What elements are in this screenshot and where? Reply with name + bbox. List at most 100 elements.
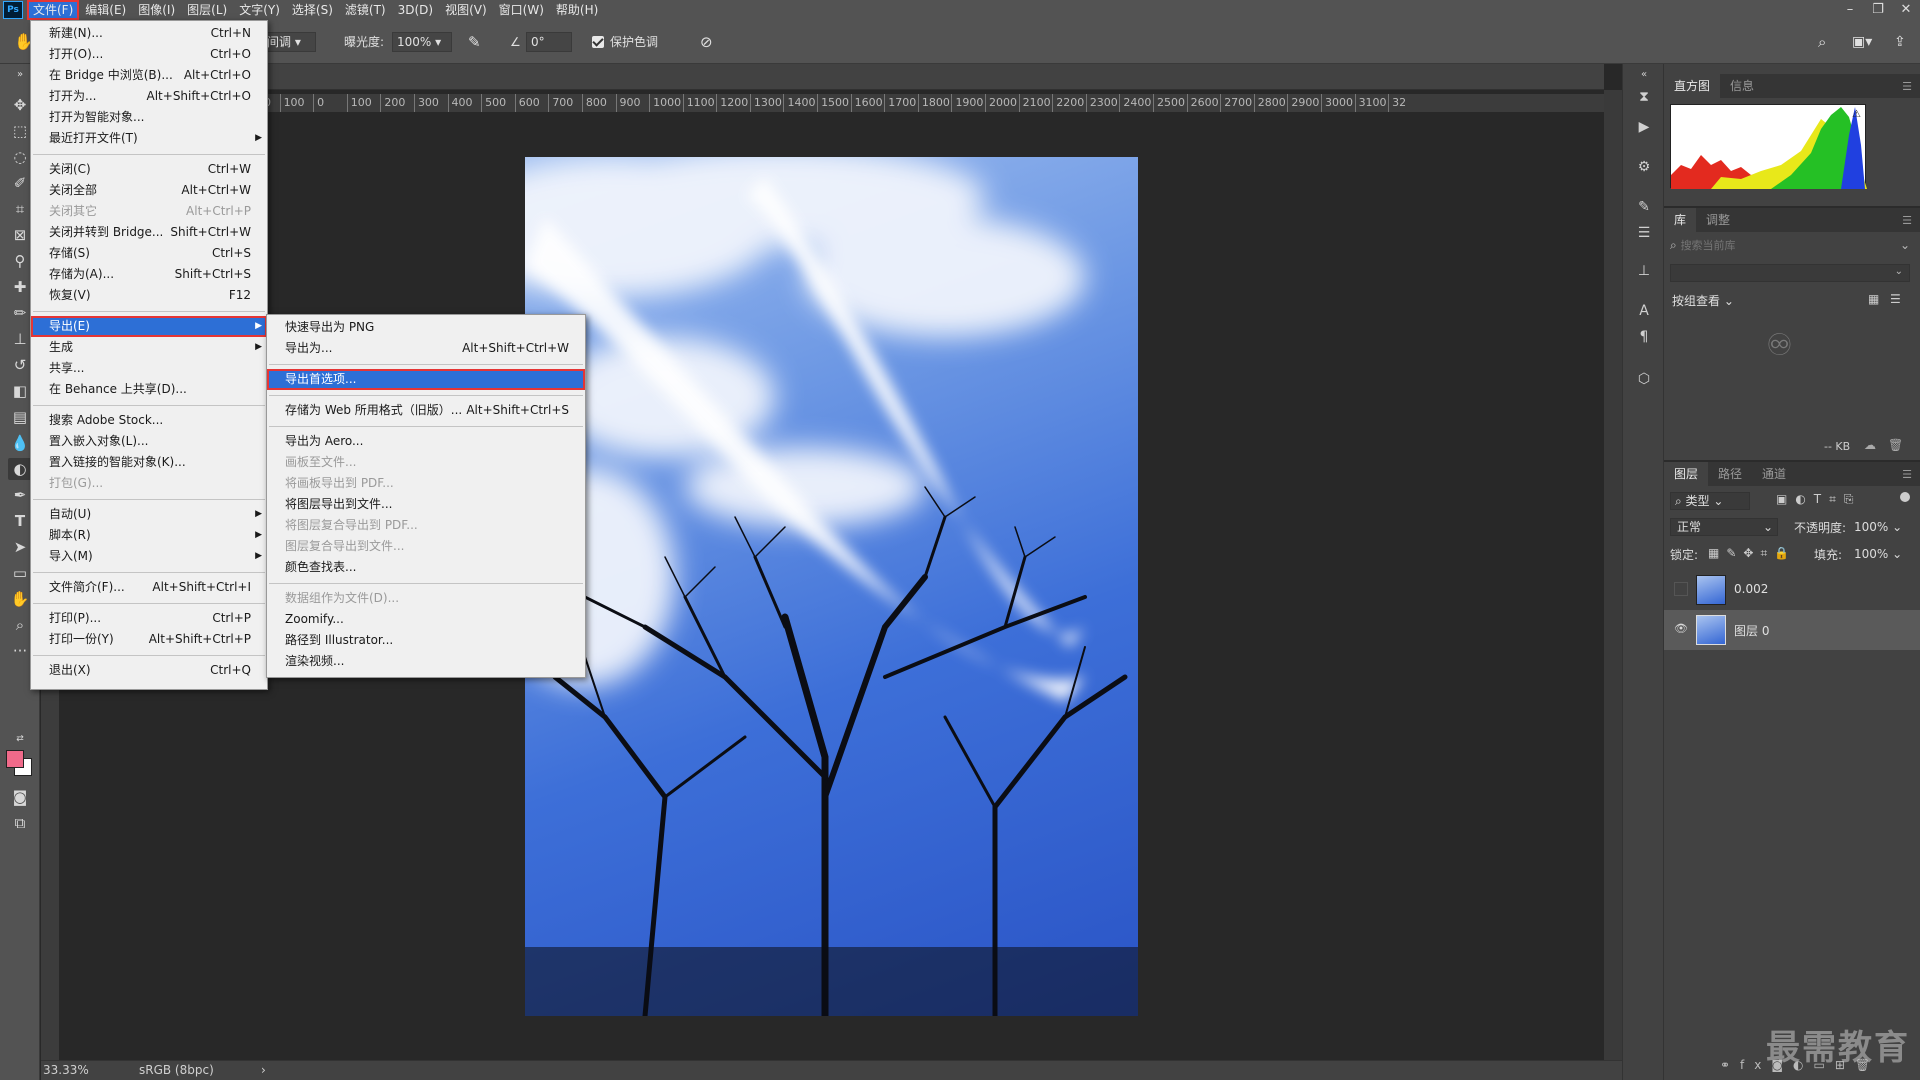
visibility-toggle-off[interactable]: [1674, 582, 1688, 596]
collapse-toolbar-icon[interactable]: »: [8, 64, 32, 86]
properties-panel-icon[interactable]: ⚙: [1632, 156, 1656, 178]
chevron-down-icon[interactable]: ⌄: [1900, 238, 1910, 252]
type-tool-icon[interactable]: T: [8, 510, 32, 532]
path-select-tool-icon[interactable]: ➤: [8, 536, 32, 558]
menu-item[interactable]: 自动(U) ▶: [31, 504, 267, 525]
panel-menu-icon[interactable]: ☰: [1902, 468, 1912, 481]
tab-channels[interactable]: 通道: [1752, 462, 1796, 486]
protect-tones-checkbox[interactable]: 保护色调: [592, 32, 658, 52]
list-view-icon[interactable]: ☰: [1890, 292, 1901, 306]
vertical-scrollbar[interactable]: [1604, 90, 1622, 1060]
zoom-tool-icon[interactable]: ⌕: [8, 614, 32, 636]
eye-icon[interactable]: 👁: [1674, 622, 1688, 636]
status-chevron-icon[interactable]: ›: [261, 1063, 266, 1077]
menu-item[interactable]: 快速导出为 PNG: [267, 317, 585, 338]
menu-item[interactable]: 关闭并转到 Bridge... Shift+Ctrl+W: [31, 222, 267, 243]
library-search-input[interactable]: [1680, 239, 1881, 252]
menu-item[interactable]: 置入嵌入对象(L)...: [31, 431, 267, 452]
tab-adjustments[interactable]: 调整: [1696, 208, 1740, 232]
menu-item-4[interactable]: 文字(Y): [233, 0, 286, 20]
menu-item[interactable]: 导出为 Aero...: [267, 431, 585, 452]
brush-settings-icon[interactable]: ✎: [1632, 196, 1656, 218]
pressure-size-icon[interactable]: ⊘: [700, 32, 713, 52]
share-icon[interactable]: ⇪: [1894, 32, 1906, 52]
menu-item[interactable]: 导出首选项...: [267, 369, 585, 390]
expand-panels-icon[interactable]: «: [1632, 64, 1656, 86]
menu-item-2[interactable]: 图像(I): [132, 0, 181, 20]
eraser-tool-icon[interactable]: ◧: [8, 380, 32, 402]
menu-item[interactable]: 打印(P)... Ctrl+P: [31, 608, 267, 629]
quick-mask-icon[interactable]: ◙: [8, 786, 32, 808]
angle-field[interactable]: 0°: [526, 32, 572, 52]
menu-item[interactable]: 在 Bridge 中浏览(B)... Alt+Ctrl+O: [31, 65, 267, 86]
menu-item-6[interactable]: 滤镜(T): [339, 0, 392, 20]
menu-item-9[interactable]: 窗口(W): [493, 0, 550, 20]
menu-item[interactable]: 在 Behance 上共享(D)...: [31, 379, 267, 400]
menu-item-8[interactable]: 视图(V): [439, 0, 493, 20]
foreground-color-swatch[interactable]: [6, 750, 24, 768]
quick-select-tool-icon[interactable]: ✐: [8, 172, 32, 194]
menu-item[interactable]: Zoomify...: [267, 609, 585, 630]
panel-menu-icon[interactable]: ☰: [1902, 214, 1912, 227]
layer-filter-icons[interactable]: ▣◐T⌗⎘: [1776, 492, 1862, 507]
crop-tool-icon[interactable]: ⌗: [8, 198, 32, 220]
opacity-field[interactable]: 100% ⌄: [1854, 518, 1910, 536]
menu-item[interactable]: 关闭全部 Alt+Ctrl+W: [31, 180, 267, 201]
range-select[interactable]: 间调 ▾: [262, 32, 316, 52]
dodge-tool-icon[interactable]: ◐: [8, 458, 32, 480]
menu-item[interactable]: 导出(E) ▶: [31, 316, 267, 337]
menu-item[interactable]: 退出(X) Ctrl+Q: [31, 660, 267, 681]
exposure-field[interactable]: 100% ▾: [392, 32, 452, 52]
brush-tool-icon[interactable]: ✏: [8, 302, 32, 324]
healing-brush-tool-icon[interactable]: ✚: [8, 276, 32, 298]
adjustments-icon[interactable]: ☰: [1632, 222, 1656, 244]
move-tool-icon[interactable]: ✥: [8, 94, 32, 116]
menu-item[interactable]: 置入链接的智能对象(K)...: [31, 452, 267, 473]
trash-icon[interactable]: 🗑: [1888, 438, 1903, 452]
restore-icon[interactable]: ❐: [1864, 0, 1892, 20]
tab-layers[interactable]: 图层: [1664, 462, 1709, 486]
menu-item-7[interactable]: 3D(D): [392, 0, 439, 20]
menu-item-5[interactable]: 选择(S): [286, 0, 339, 20]
more-tools-icon[interactable]: ···: [8, 640, 32, 662]
pen-tool-icon[interactable]: ✒: [8, 484, 32, 506]
library-search[interactable]: ⌕ ⌄: [1670, 238, 1910, 258]
actions-panel-icon[interactable]: ▶: [1632, 116, 1656, 138]
menu-item[interactable]: 恢复(V) F12: [31, 285, 267, 306]
layer-row[interactable]: 0.002: [1664, 570, 1920, 610]
menu-item[interactable]: 关闭(C) Ctrl+W: [31, 159, 267, 180]
tab-libraries[interactable]: 库: [1664, 208, 1697, 232]
screen-mode-icon[interactable]: ⧉: [8, 812, 32, 834]
menu-item[interactable]: 打开为... Alt+Shift+Ctrl+O: [31, 86, 267, 107]
menu-item-10[interactable]: 帮助(H): [550, 0, 604, 20]
lock-options-icons[interactable]: ▦✎✥⌗🔒: [1708, 546, 1796, 561]
menu-item[interactable]: 最近打开文件(T) ▶: [31, 128, 267, 149]
menu-item[interactable]: 脚本(R) ▶: [31, 525, 267, 546]
fill-field[interactable]: 100% ⌄: [1854, 545, 1910, 563]
airbrush-icon[interactable]: ✎: [468, 32, 481, 52]
menu-item[interactable]: 生成 ▶: [31, 337, 267, 358]
menu-item[interactable]: 存储(S) Ctrl+S: [31, 243, 267, 264]
menu-item[interactable]: 导入(M) ▶: [31, 546, 267, 567]
cloud-sync-icon[interactable]: ☁: [1864, 438, 1876, 452]
character-panel-icon[interactable]: A: [1632, 300, 1656, 322]
3d-panel-icon[interactable]: ⬡: [1632, 368, 1656, 390]
lasso-tool-icon[interactable]: ◌: [8, 146, 32, 168]
rectangle-tool-icon[interactable]: ▭: [8, 562, 32, 584]
grid-view-icon[interactable]: ▦: [1868, 292, 1879, 306]
blur-tool-icon[interactable]: 💧: [8, 432, 32, 454]
menu-item[interactable]: 共享...: [31, 358, 267, 379]
menu-item[interactable]: 打开(O)... Ctrl+O: [31, 44, 267, 65]
tab-histogram[interactable]: 直方图: [1664, 74, 1721, 98]
menu-item[interactable]: 存储为(A)... Shift+Ctrl+S: [31, 264, 267, 285]
marquee-tool-icon[interactable]: ⬚: [8, 120, 32, 142]
history-panel-icon[interactable]: ⧗: [1632, 86, 1656, 108]
document-image[interactable]: [525, 157, 1138, 1016]
tab-info[interactable]: 信息: [1720, 74, 1764, 98]
zoom-level[interactable]: 33.33%: [43, 1063, 89, 1077]
history-brush-tool-icon[interactable]: ↺: [8, 354, 32, 376]
menu-item[interactable]: 导出为... Alt+Shift+Ctrl+W: [267, 338, 585, 359]
menu-item[interactable]: 搜索 Adobe Stock...: [31, 410, 267, 431]
menu-item-3[interactable]: 图层(L): [181, 0, 233, 20]
hand-tool-icon[interactable]: ✋: [8, 588, 32, 610]
